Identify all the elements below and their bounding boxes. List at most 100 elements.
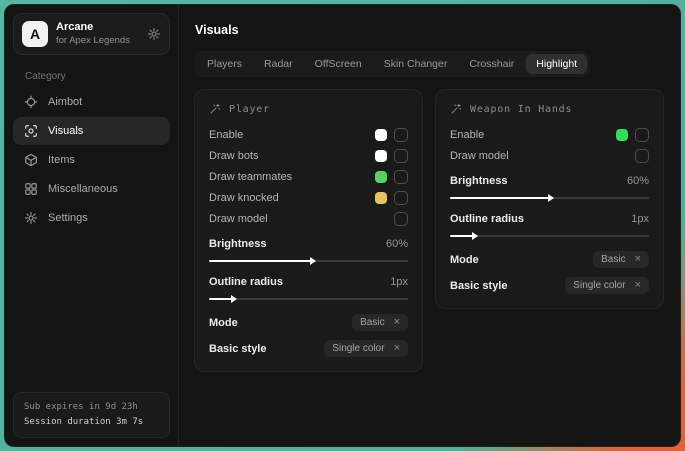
tab-offscreen[interactable]: OffScreen — [305, 54, 372, 74]
app-subtitle: for Apex Legends — [56, 35, 139, 47]
slider-value: 1px — [631, 213, 649, 225]
sub-expiry-text: Sub expires in 9d 23h — [24, 400, 159, 415]
tag-basic[interactable]: Basic × — [593, 251, 649, 268]
slider[interactable] — [450, 192, 649, 204]
gear-icon — [24, 211, 38, 225]
slider-value: 60% — [386, 238, 408, 250]
slider-track — [450, 235, 649, 237]
sidebar-item-label: Settings — [48, 212, 88, 224]
setting-label: Draw teammates — [209, 171, 292, 183]
checkbox[interactable] — [635, 149, 649, 163]
setting-controls — [375, 149, 408, 163]
tag-setting-basic-style: Basic styleSingle color× — [450, 277, 649, 294]
tab-highlight[interactable]: Highlight — [526, 54, 587, 74]
slider-setting-outline-radius: Outline radius1px — [450, 210, 649, 242]
tag-label: Basic — [601, 254, 625, 265]
slider-label: Outline radius — [209, 276, 283, 288]
setting-row-enable: Enable — [209, 124, 408, 145]
checkbox[interactable] — [394, 170, 408, 184]
color-swatch[interactable] — [375, 192, 387, 204]
page-title: Visuals — [195, 23, 664, 37]
sidebar-item-aimbot[interactable]: Aimbot — [13, 88, 170, 116]
sidebar-item-items[interactable]: Items — [13, 146, 170, 174]
tag-single-color[interactable]: Single color × — [565, 277, 649, 294]
color-swatch[interactable] — [375, 129, 387, 141]
remove-tag-icon[interactable]: × — [635, 280, 641, 291]
slider-label: Brightness — [450, 175, 507, 187]
checkbox[interactable] — [394, 191, 408, 205]
sidebar-nav: Aimbot Visuals Items Miscellaneous Settings — [5, 88, 178, 232]
tag-setting-label: Mode — [450, 254, 479, 266]
panel-header: Player — [209, 103, 408, 115]
setting-controls — [375, 128, 408, 142]
slider-label-row: Brightness 60% — [209, 235, 408, 253]
slider-thumb[interactable] — [472, 232, 478, 240]
panels-container: Player Enable Draw bots Draw teammates Draw … — [194, 89, 664, 372]
app-name: Arcane — [56, 21, 139, 35]
brand-text: Arcane for Apex Legends — [56, 21, 139, 47]
color-swatch[interactable] — [375, 150, 387, 162]
checkbox[interactable] — [635, 128, 649, 142]
tab-players[interactable]: Players — [197, 54, 252, 74]
slider[interactable] — [209, 255, 408, 267]
color-swatch[interactable] — [616, 129, 628, 141]
sidebar-item-label: Miscellaneous — [48, 183, 118, 195]
slider-label-row: Outline radius 1px — [209, 273, 408, 291]
setting-row-draw-teammates: Draw teammates — [209, 166, 408, 187]
slider-label: Brightness — [209, 238, 266, 250]
checkbox[interactable] — [394, 149, 408, 163]
setting-controls — [375, 170, 408, 184]
tab-radar[interactable]: Radar — [254, 54, 303, 74]
sidebar-spacer — [5, 232, 178, 384]
setting-row-draw-model: Draw model — [209, 208, 408, 229]
panel-player: Player Enable Draw bots Draw teammates Draw … — [194, 89, 423, 372]
slider-label-row: Brightness60% — [450, 172, 649, 190]
tag-single-color[interactable]: Single color × — [324, 340, 408, 357]
tag-setting-mode: Mode Basic × — [209, 314, 408, 331]
checkbox[interactable] — [394, 128, 408, 142]
color-swatch[interactable] — [375, 171, 387, 183]
sidebar-item-label: Items — [48, 154, 75, 166]
tab-crosshair[interactable]: Crosshair — [459, 54, 524, 74]
setting-row-enable: Enable — [450, 124, 649, 145]
tag-label: Single color — [332, 343, 384, 354]
session-duration-text: Session duration 3m 7s — [24, 415, 159, 430]
checkbox[interactable] — [394, 212, 408, 226]
slider-thumb[interactable] — [548, 194, 554, 202]
remove-tag-icon[interactable]: × — [394, 343, 400, 354]
slider[interactable] — [450, 230, 649, 242]
sidebar-item-miscellaneous[interactable]: Miscellaneous — [13, 175, 170, 203]
tag-basic[interactable]: Basic × — [352, 314, 408, 331]
tab-skin-changer[interactable]: Skin Changer — [374, 54, 458, 74]
gear-icon[interactable] — [147, 27, 161, 41]
slider-value: 1px — [390, 276, 408, 288]
slider-fill — [209, 260, 312, 262]
slider-thumb[interactable] — [310, 257, 316, 265]
slider-label-row: Outline radius1px — [450, 210, 649, 228]
slider-setting-brightness: Brightness60% — [450, 172, 649, 204]
sidebar-item-label: Visuals — [48, 125, 83, 137]
app-window: A Arcane for Apex Legends Category Aimbo… — [4, 4, 681, 447]
tag-label: Single color — [573, 280, 625, 291]
remove-tag-icon[interactable]: × — [635, 254, 641, 265]
tag-setting-label: Basic style — [209, 343, 266, 355]
wand-icon — [450, 103, 462, 115]
subscription-card: Sub expires in 9d 23h Session duration 3… — [13, 392, 170, 438]
tab-bar: PlayersRadarOffScreenSkin ChangerCrossha… — [194, 51, 590, 77]
slider-fill — [450, 235, 474, 237]
setting-label: Draw model — [450, 150, 509, 162]
sidebar: A Arcane for Apex Legends Category Aimbo… — [5, 5, 179, 446]
tag-label: Basic — [360, 317, 384, 328]
sidebar-item-visuals[interactable]: Visuals — [13, 117, 170, 145]
setting-row-draw-bots: Draw bots — [209, 145, 408, 166]
tag-setting-label: Mode — [209, 317, 238, 329]
setting-label: Draw bots — [209, 150, 259, 162]
category-label: Category — [25, 71, 178, 82]
setting-controls — [616, 128, 649, 142]
sidebar-item-settings[interactable]: Settings — [13, 204, 170, 232]
slider-thumb[interactable] — [231, 295, 237, 303]
remove-tag-icon[interactable]: × — [394, 317, 400, 328]
scan-eye-icon — [24, 124, 38, 138]
slider[interactable] — [209, 293, 408, 305]
tag-setting-mode: Mode Basic × — [450, 251, 649, 268]
